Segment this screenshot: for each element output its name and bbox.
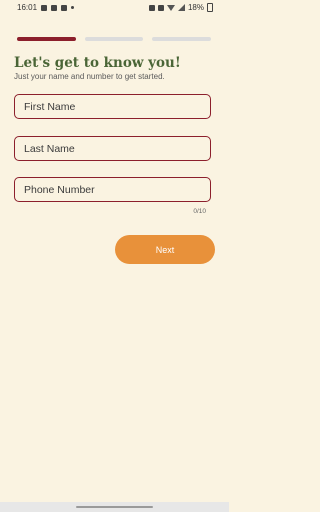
home-handle[interactable]	[76, 506, 153, 508]
progress-step-3	[152, 37, 212, 41]
page-subtitle: Just your name and number to get started…	[14, 72, 165, 81]
first-name-input[interactable]	[14, 94, 211, 119]
battery-percent: 18%	[187, 3, 204, 12]
image-icon	[51, 4, 58, 11]
battery-icon	[207, 3, 213, 12]
progress-step-2	[84, 37, 144, 41]
status-time: 16:01	[17, 3, 38, 12]
signal-icon	[177, 4, 185, 11]
status-left: 16:01	[17, 3, 75, 12]
wifi-icon	[166, 4, 175, 11]
phone-character-counter: 0/10	[193, 208, 206, 215]
progress-step-1	[17, 37, 76, 41]
step-progress-bar	[17, 37, 212, 41]
mute-icon	[157, 4, 164, 11]
next-button[interactable]: Next	[115, 235, 215, 264]
dot-icon	[71, 6, 75, 9]
system-navigation-bar	[0, 502, 229, 512]
phone-number-input[interactable]	[14, 177, 211, 202]
status-bar: 16:01 18%	[0, 0, 229, 16]
status-right: 18%	[148, 3, 213, 12]
video-icon	[61, 4, 68, 11]
page-title: Let's get to know you!	[14, 55, 181, 71]
alarm-icon	[148, 4, 155, 11]
usb-icon	[41, 4, 48, 11]
last-name-input[interactable]	[14, 136, 211, 161]
